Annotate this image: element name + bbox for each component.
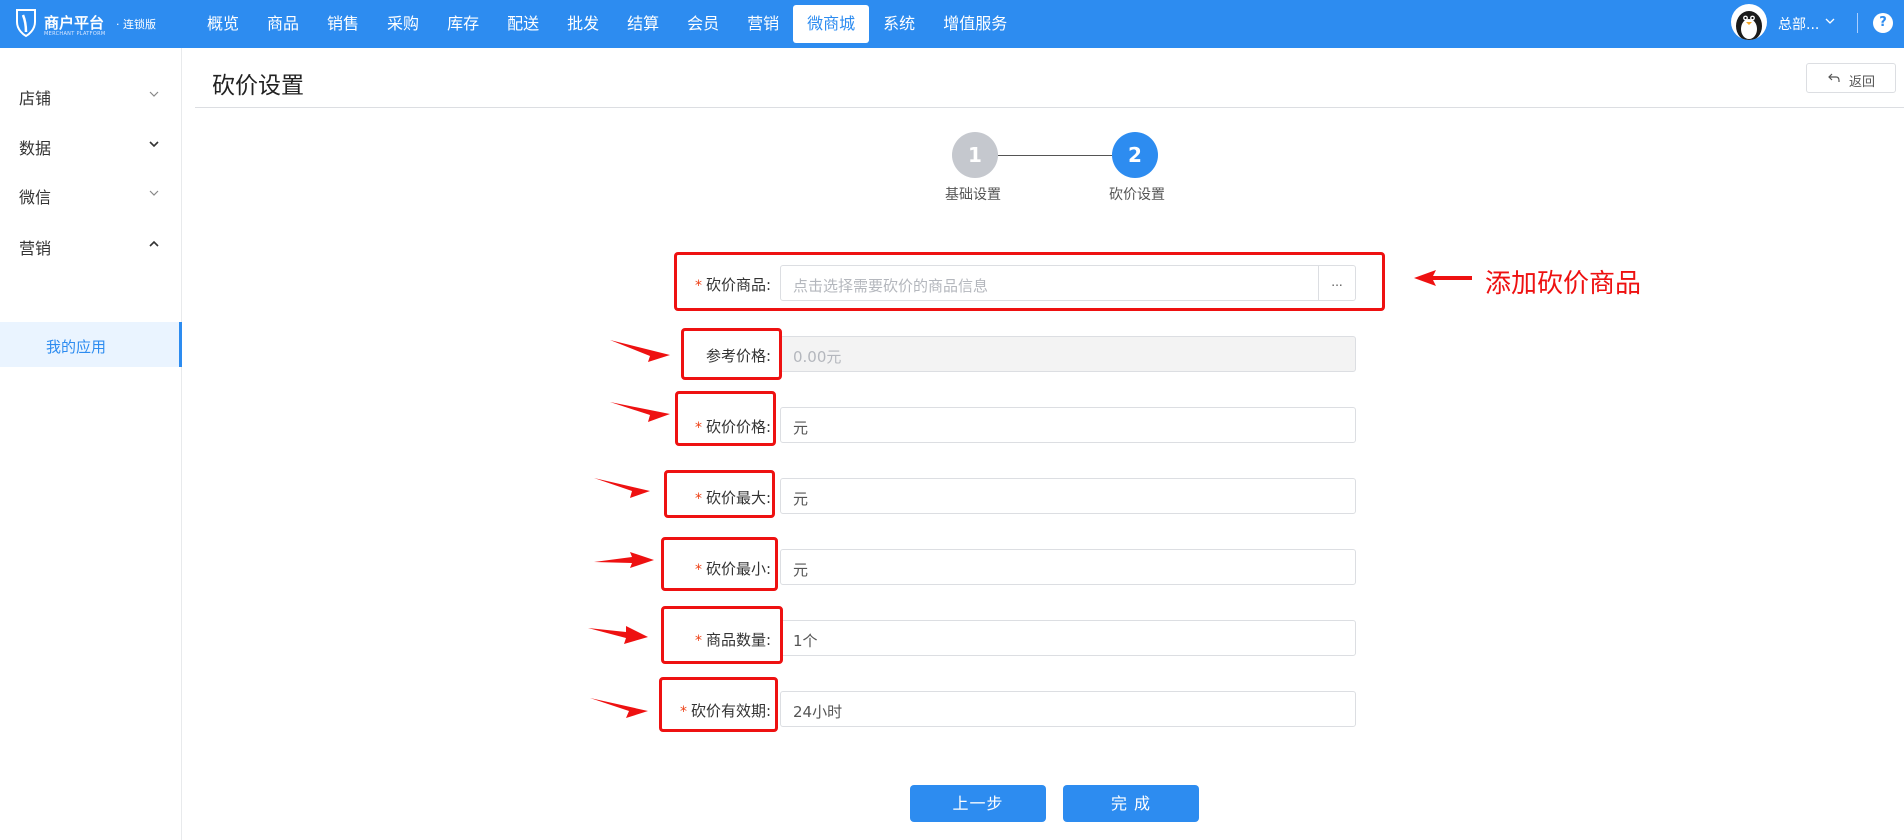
nav-micro-mall[interactable]: 微商城 — [793, 5, 870, 43]
back-button[interactable]: 返回 — [1806, 63, 1896, 93]
sidebar-item-wechat[interactable]: 微信 — [0, 168, 182, 218]
sidebar-item-store[interactable]: 店铺 — [0, 69, 182, 119]
step-connector — [998, 155, 1112, 156]
nav-sales[interactable]: 销售 — [313, 0, 373, 48]
step-1-circle: 1 — [952, 132, 998, 178]
penguin-avatar-icon — [1736, 11, 1762, 40]
validity-field[interactable]: 24小时 — [780, 691, 1356, 727]
user-avatar[interactable] — [1731, 4, 1767, 40]
quantity-field[interactable]: 1个 — [780, 620, 1356, 656]
step-2-circle: 2 — [1112, 132, 1158, 178]
left-arrow-icon — [1414, 270, 1472, 286]
bargain-price-value: 元 — [793, 419, 809, 437]
sidebar-subitem-my-apps[interactable]: 我的应用 — [0, 322, 182, 367]
right-arrow-icon — [610, 402, 670, 422]
nav-members[interactable]: 会员 — [673, 0, 733, 48]
sidebar-item-data[interactable]: 数据 — [0, 119, 182, 169]
bargain-price-field[interactable]: 元 — [780, 407, 1356, 443]
chevron-down-icon — [149, 141, 159, 148]
nav-wholesale[interactable]: 批发 — [553, 0, 613, 48]
header-divider — [1857, 13, 1858, 33]
ref-price-value: 0.00元 — [793, 348, 842, 366]
finish-button[interactable]: 完 成 — [1063, 785, 1199, 822]
right-arrow-icon — [594, 478, 650, 498]
right-arrow-icon — [594, 552, 654, 568]
chevron-down-icon — [149, 91, 159, 97]
brand-edition: · 连锁版 — [116, 18, 156, 31]
right-arrow-icon — [610, 340, 670, 362]
sidebar: 店铺 数据 微信 营销 我的应用 — [0, 48, 182, 840]
page-title: 砍价设置 — [212, 73, 304, 99]
right-arrow-icon — [588, 626, 648, 644]
chevron-down-icon[interactable] — [1825, 13, 1835, 29]
prev-step-button[interactable]: 上一步 — [910, 785, 1046, 822]
highlight-box-min-cut — [661, 537, 778, 591]
quantity-value: 1个 — [793, 632, 818, 650]
top-nav-bar: 商户平台 · 连锁版 MERCHANT PLATFORM 概览 商品 销售 采购… — [0, 0, 1904, 48]
highlight-box-bargain-price — [675, 391, 776, 446]
sidebar-item-label: 微信 — [19, 188, 52, 207]
page-header: 砍价设置 返回 — [195, 48, 1904, 108]
nav-delivery[interactable]: 配送 — [493, 0, 553, 48]
shield-logo-icon — [16, 9, 36, 38]
sidebar-item-label: 营销 — [19, 239, 52, 258]
nav-marketing[interactable]: 营销 — [733, 0, 793, 48]
main-nav: 概览 商品 销售 采购 库存 配送 批发 结算 会员 营销 微商城 系统 增值服… — [193, 0, 1021, 48]
sidebar-subitem-label: 我的应用 — [46, 338, 107, 356]
step-2-label: 砍价设置 — [1109, 187, 1165, 203]
highlight-box-max-cut — [664, 470, 775, 518]
brand-logo[interactable]: 商户平台 · 连锁版 MERCHANT PLATFORM — [14, 7, 156, 41]
nav-purchase[interactable]: 采购 — [373, 0, 433, 48]
ref-price-field: 0.00元 — [780, 336, 1356, 372]
nav-inventory[interactable]: 库存 — [433, 0, 493, 48]
highlight-box-product — [674, 252, 1385, 311]
nav-value-added[interactable]: 增值服务 — [929, 0, 1021, 48]
chevron-down-icon — [149, 190, 159, 196]
user-name[interactable]: 总部... — [1778, 14, 1819, 34]
max-cut-value: 元 — [793, 490, 809, 508]
max-cut-field[interactable]: 元 — [780, 478, 1356, 514]
annotation-add-product: 添加砍价商品 — [1485, 269, 1642, 299]
step-indicator: 1 2 基础设置 砍价设置 — [940, 128, 1180, 203]
min-cut-value: 元 — [793, 561, 809, 579]
chevron-up-icon — [149, 240, 159, 247]
step-1-label: 基础设置 — [945, 187, 1001, 203]
nav-system[interactable]: 系统 — [869, 0, 929, 48]
brand-title: 商户平台 — [44, 14, 105, 32]
back-button-label: 返回 — [1849, 75, 1876, 90]
brand-subtitle: MERCHANT PLATFORM — [44, 31, 106, 37]
highlight-box-ref-price — [681, 328, 782, 380]
nav-overview[interactable]: 概览 — [193, 0, 253, 48]
nav-settlement[interactable]: 结算 — [613, 0, 673, 48]
sidebar-item-label: 店铺 — [19, 89, 52, 108]
help-icon[interactable]: ? — [1873, 13, 1893, 33]
nav-products[interactable]: 商品 — [253, 0, 313, 48]
validity-value: 24小时 — [793, 703, 843, 721]
min-cut-field[interactable]: 元 — [780, 549, 1356, 585]
highlight-box-validity — [659, 677, 778, 732]
sidebar-item-label: 数据 — [19, 139, 52, 158]
right-arrow-icon — [590, 698, 648, 718]
highlight-box-quantity — [661, 606, 783, 664]
return-arrow-icon — [1828, 73, 1840, 82]
sidebar-item-marketing[interactable]: 营销 — [0, 219, 182, 269]
